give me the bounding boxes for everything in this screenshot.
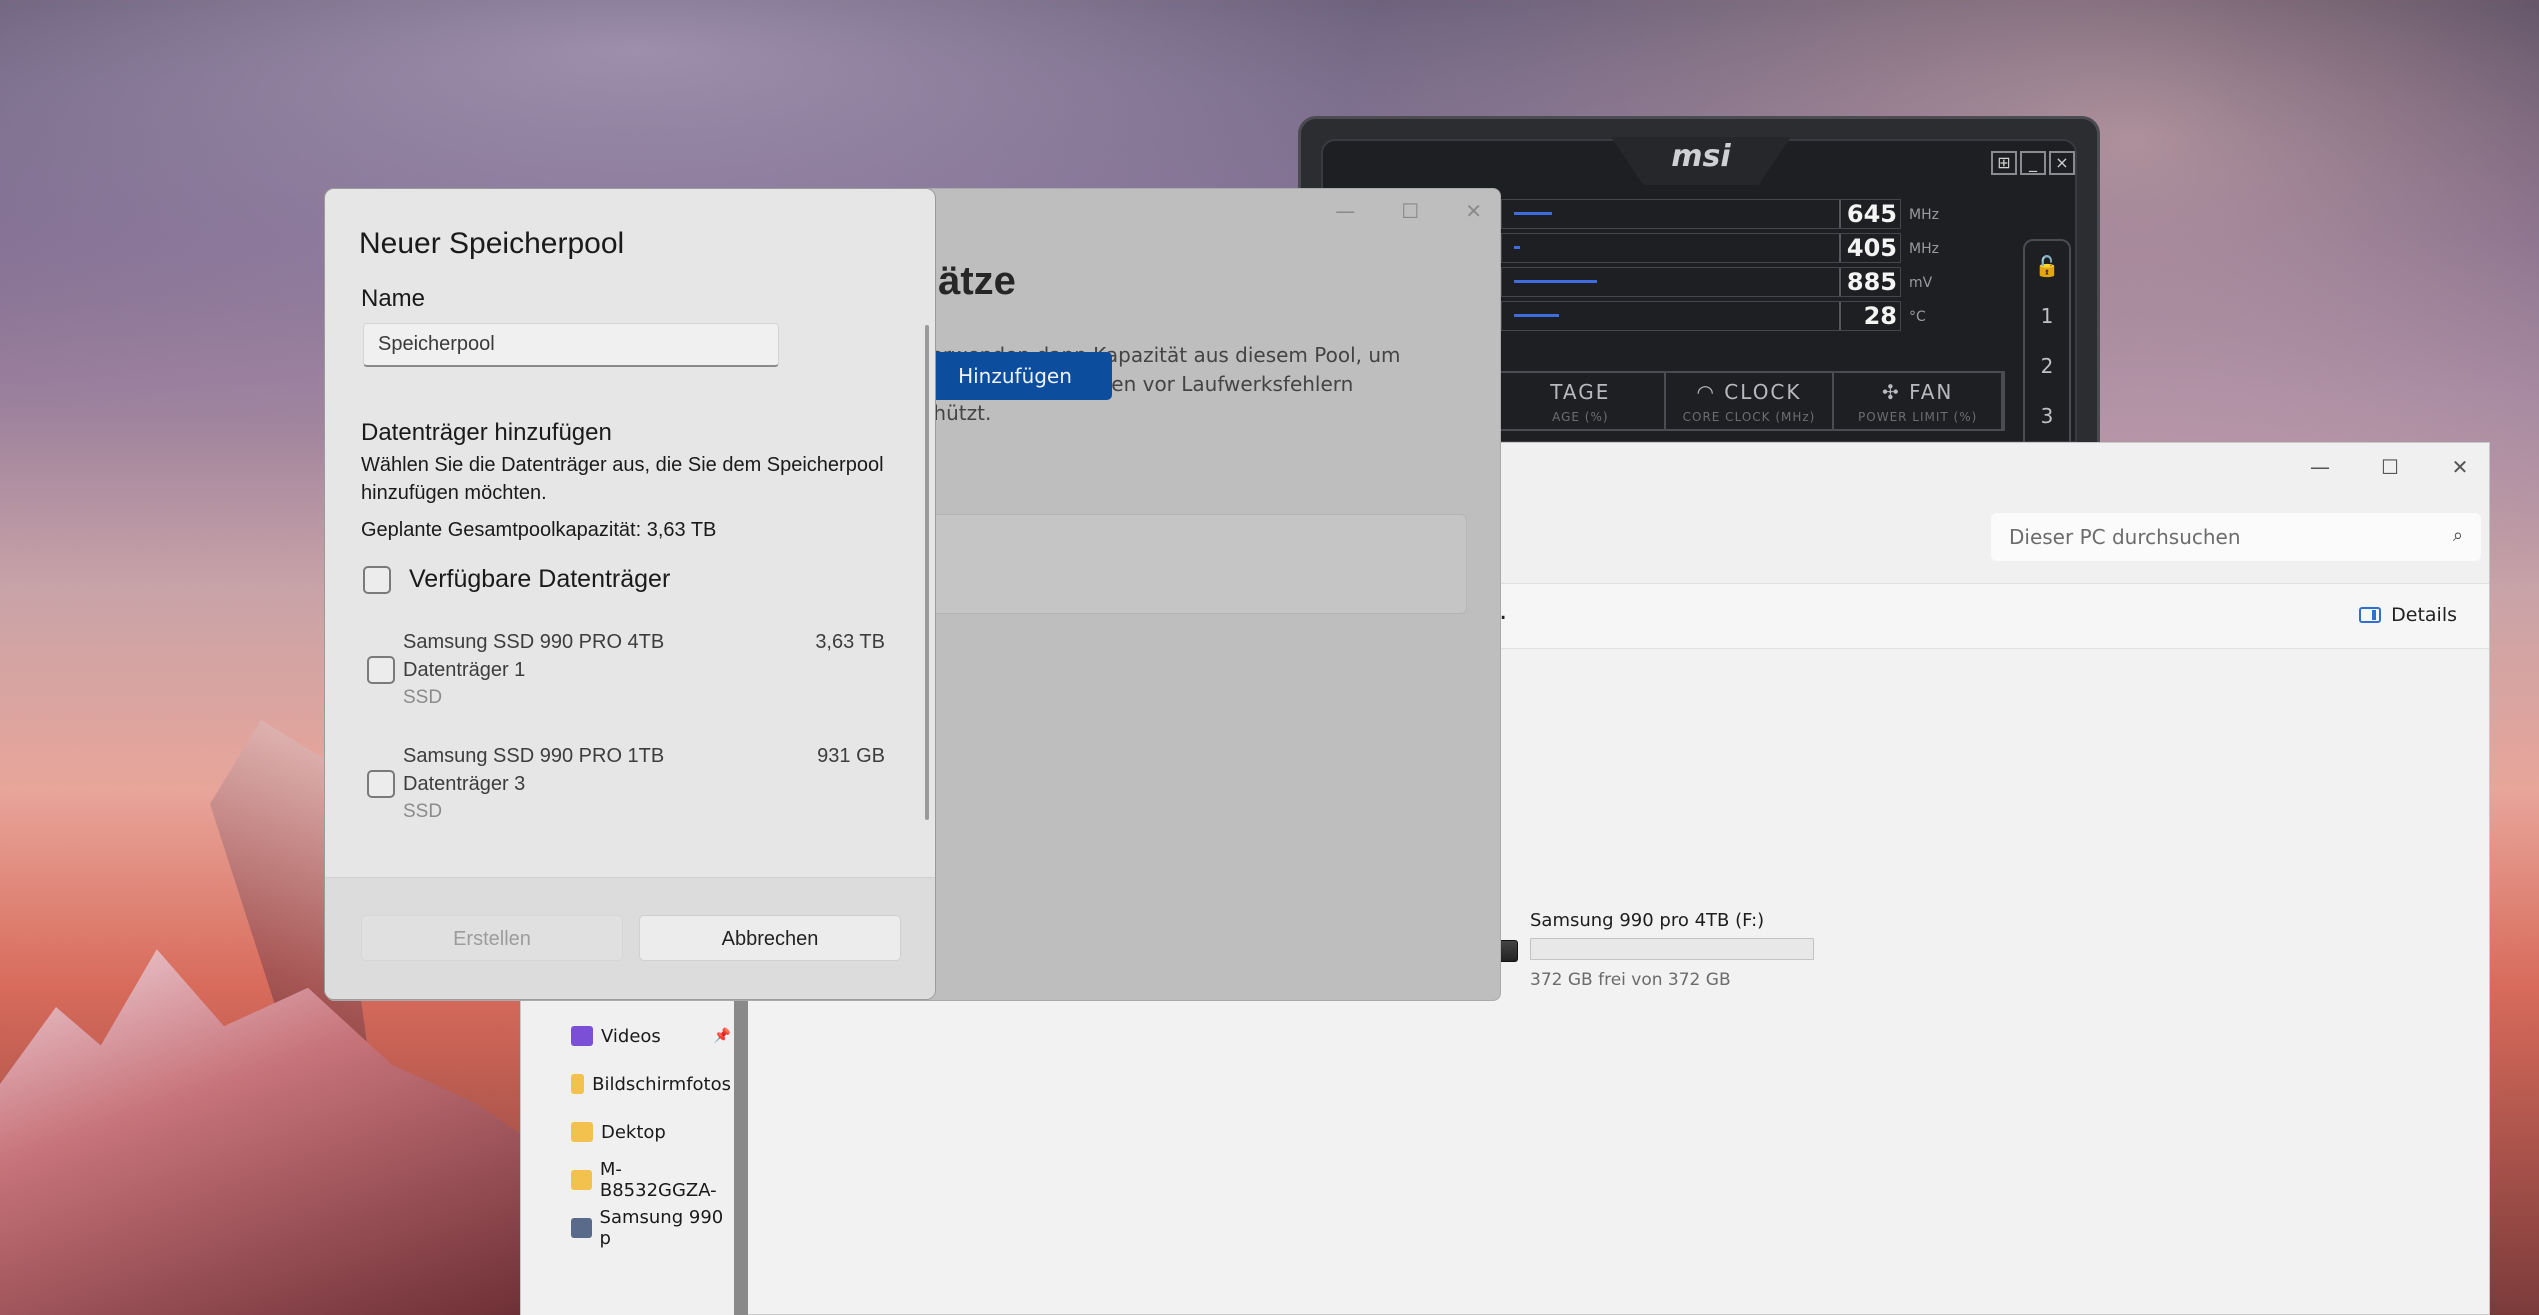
msi-slider-fill (1514, 280, 1597, 283)
nav-item-label: Dektop (601, 1121, 666, 1143)
create-button[interactable]: Erstellen (361, 915, 623, 961)
nav-item-bildschirmfotos[interactable]: Bildschirmfotos (571, 1069, 731, 1099)
msi-value: 405 (1839, 234, 1899, 262)
msi-slider-fill (1514, 314, 1559, 317)
msi-slider-row-3[interactable]: 885 (1501, 267, 1901, 297)
msi-unit: MHz (1909, 207, 1939, 223)
disk-1-checkbox[interactable] (367, 656, 395, 684)
msi-lock-button[interactable]: 🔓 (2025, 241, 2069, 291)
msi-slider-fill (1514, 246, 1520, 249)
msi-close-button[interactable]: × (2049, 151, 2075, 175)
settings-card (867, 514, 1467, 614)
folder-icon (571, 1074, 585, 1094)
nav-item-label: Videos (601, 1025, 661, 1047)
drive-icon (571, 1218, 592, 1238)
explorer-minimize-button[interactable]: — (2305, 455, 2335, 479)
cancel-button[interactable]: Abbrechen (639, 915, 901, 961)
disk-3-number: Datenträger 3 (403, 773, 526, 795)
planned-capacity: Geplante Gesamtpoolkapazität: 3,63 TB (361, 519, 717, 541)
nav-item-m-b8532ggza-[interactable]: M-B8532GGZA- (571, 1159, 731, 1201)
msi-slider-row-2[interactable]: 405 (1501, 233, 1901, 263)
explorer-maximize-button[interactable]: ☐ (2375, 455, 2405, 479)
disk-1-type: SSD (403, 687, 443, 708)
msi-value: 885 (1839, 268, 1899, 296)
disk-3-type: SSD (403, 801, 443, 822)
gauge-icon: ◠ (1696, 380, 1725, 404)
drive-free-space: 372 GB frei von 372 GB (1530, 970, 1731, 990)
details-button[interactable]: Details (2359, 604, 2457, 626)
pin-icon: 📌 (713, 1028, 731, 1044)
name-label: Name (361, 285, 426, 312)
msi-tab-voltage[interactable]: TAGE AGE (%) (1497, 373, 1666, 429)
settings-maximize-button[interactable]: ☐ (1401, 199, 1419, 223)
nav-item-label: M-B8532GGZA- (599, 1159, 717, 1201)
disk-3-name: Samsung SSD 990 PRO 1TB (403, 745, 665, 767)
nav-item-label: Samsung 990 p (599, 1207, 724, 1249)
dialog-title: Neuer Speicherpool (359, 227, 625, 260)
add-disks-description: Wählen Sie die Datenträger aus, die Sie … (361, 454, 884, 504)
explorer-search-box[interactable]: Dieser PC durchsuchen ⌕ (1991, 513, 2481, 561)
explorer-window-controls: — ☐ ✕ (2305, 455, 2475, 479)
msi-minimize-button[interactable]: _ (2020, 151, 2046, 175)
msi-unit: mV (1909, 275, 1933, 291)
msi-profile-3-button[interactable]: 3 (2025, 391, 2069, 441)
disk-3-size: 931 GB (817, 745, 885, 767)
explorer-close-button[interactable]: ✕ (2445, 455, 2475, 479)
select-all-checkbox[interactable] (363, 566, 391, 594)
disk-1-number: Datenträger 1 (403, 659, 526, 681)
disk-1-name: Samsung SSD 990 PRO 4TB (403, 631, 665, 653)
settings-minimize-button[interactable]: — (1335, 199, 1355, 223)
msi-tabs: TAGE AGE (%) ◠ CLOCK CORE CLOCK (MHz) ✣ FA… (1495, 371, 2005, 431)
nav-item-dektop[interactable]: Dektop (571, 1117, 731, 1147)
msi-tab-clock[interactable]: ◠ CLOCK CORE CLOCK (MHz) (1666, 373, 1835, 429)
msi-profile-buttons: 🔓 1 2 3 (2023, 239, 2071, 443)
msi-unit: °C (1909, 309, 1926, 325)
settings-close-button[interactable]: ✕ (1465, 199, 1482, 223)
add-storage-pool-button[interactable]: Hinzufügen (918, 352, 1112, 400)
dialog-scrollbar[interactable] (925, 325, 929, 820)
details-label: Details (2391, 604, 2457, 626)
msi-value: 28 (1839, 302, 1899, 330)
drive-name: Samsung 990 pro 4TB (F:) (1530, 910, 1765, 931)
available-disks-label: Verfügbare Datenträger (409, 565, 671, 593)
pool-name-input[interactable] (363, 323, 779, 367)
settings-window-controls: — ☐ ✕ (1335, 199, 1482, 223)
folder-icon (571, 1122, 593, 1142)
search-icon[interactable]: ⌕ (2453, 525, 2463, 546)
msi-slider-fill (1514, 212, 1552, 215)
msi-window-controls: ⊞ _ × (1991, 151, 2075, 175)
msi-profile-2-button[interactable]: 2 (2025, 341, 2069, 391)
drive-usage-bar (1530, 938, 1814, 960)
nav-item-videos[interactable]: Videos 📌 (571, 1021, 731, 1051)
fan-icon: ✣ (1881, 380, 1910, 404)
msi-profile-1-button[interactable]: 1 (2025, 291, 2069, 341)
nav-item-label: Bildschirmfotos (592, 1073, 731, 1095)
msi-slider-row-1[interactable]: 645 (1501, 199, 1901, 229)
msi-unit: MHz (1909, 241, 1939, 257)
nav-item-samsung-990-p[interactable]: Samsung 990 p (571, 1207, 731, 1249)
msi-slider-row-4[interactable]: 28 (1501, 301, 1901, 331)
add-disks-heading: Datenträger hinzufügen (361, 419, 612, 446)
drive-tile[interactable]: Samsung 990 pro 4TB (F:) 372 GB frei von … (1456, 910, 1826, 1000)
disk-1-size: 3,63 TB (815, 631, 885, 653)
new-storage-pool-dialog: Neuer Speicherpool Name Datenträger hinz… (324, 188, 936, 1000)
details-pane-icon (2359, 607, 2382, 623)
msi-tab-fan[interactable]: ✣ FAN POWER LIMIT (%) (1834, 373, 2004, 429)
msi-value: 645 (1839, 200, 1899, 228)
msi-windows-button[interactable]: ⊞ (1991, 151, 2017, 175)
folder-icon (571, 1170, 592, 1190)
disk-3-checkbox[interactable] (367, 770, 395, 798)
explorer-search-placeholder: Dieser PC durchsuchen (2009, 525, 2241, 549)
videos-icon (571, 1026, 593, 1046)
